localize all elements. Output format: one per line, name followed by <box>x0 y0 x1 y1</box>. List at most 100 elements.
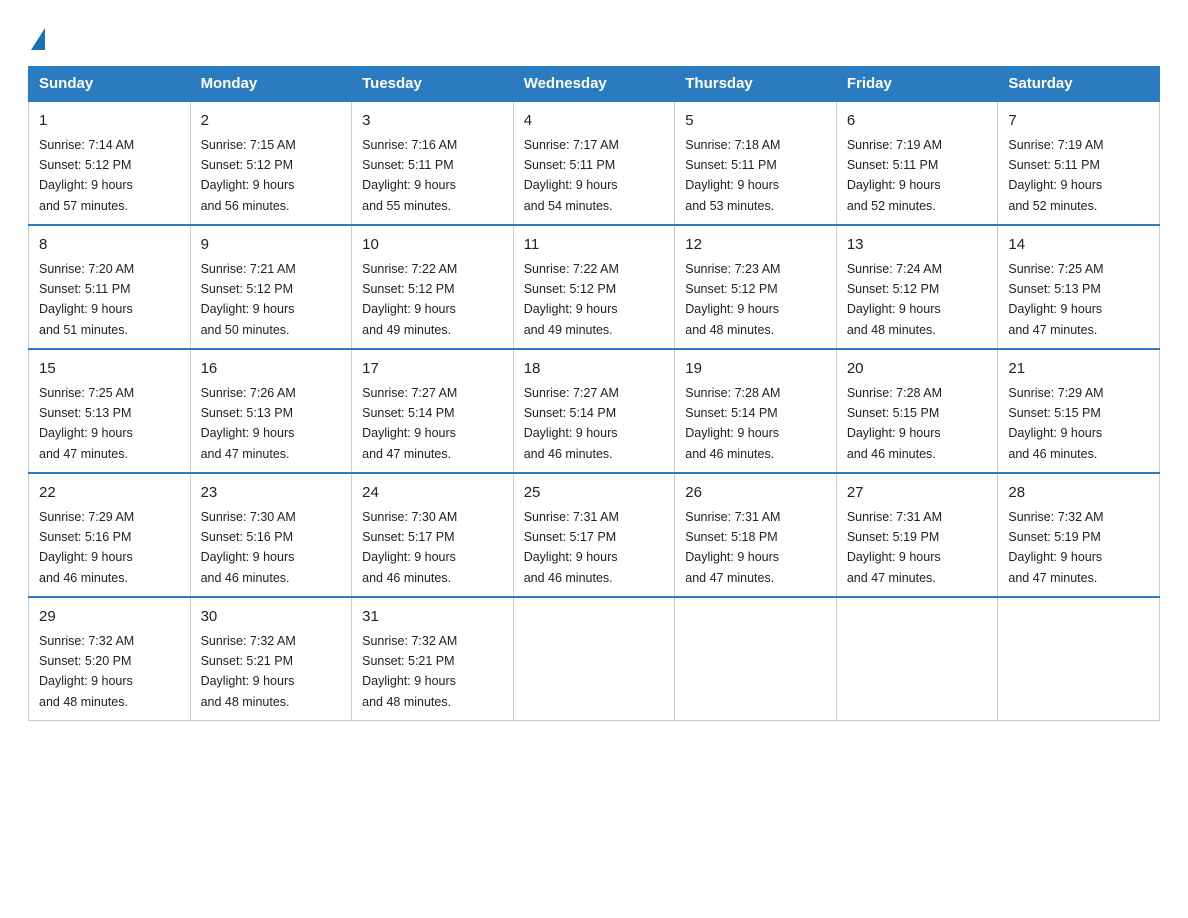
calendar-cell: 19 Sunrise: 7:28 AMSunset: 5:14 PMDaylig… <box>675 349 837 473</box>
calendar-body: 1 Sunrise: 7:14 AMSunset: 5:12 PMDayligh… <box>29 101 1160 721</box>
day-number: 2 <box>201 110 342 133</box>
calendar-cell <box>675 597 837 721</box>
day-info: Sunrise: 7:24 AMSunset: 5:12 PMDaylight:… <box>847 262 942 337</box>
day-number: 4 <box>524 110 665 133</box>
day-info: Sunrise: 7:20 AMSunset: 5:11 PMDaylight:… <box>39 262 134 337</box>
day-number: 17 <box>362 358 503 381</box>
calendar-cell: 7 Sunrise: 7:19 AMSunset: 5:11 PMDayligh… <box>998 101 1160 225</box>
day-info: Sunrise: 7:26 AMSunset: 5:13 PMDaylight:… <box>201 386 296 461</box>
day-number: 20 <box>847 358 988 381</box>
day-number: 5 <box>685 110 826 133</box>
day-number: 11 <box>524 234 665 257</box>
calendar-cell: 15 Sunrise: 7:25 AMSunset: 5:13 PMDaylig… <box>29 349 191 473</box>
day-number: 27 <box>847 482 988 505</box>
day-info: Sunrise: 7:15 AMSunset: 5:12 PMDaylight:… <box>201 138 296 213</box>
day-number: 10 <box>362 234 503 257</box>
header <box>28 24 1160 48</box>
calendar-cell: 30 Sunrise: 7:32 AMSunset: 5:21 PMDaylig… <box>190 597 352 721</box>
day-number: 24 <box>362 482 503 505</box>
calendar-cell: 27 Sunrise: 7:31 AMSunset: 5:19 PMDaylig… <box>836 473 998 597</box>
day-number: 21 <box>1008 358 1149 381</box>
calendar-cell: 28 Sunrise: 7:32 AMSunset: 5:19 PMDaylig… <box>998 473 1160 597</box>
logo <box>28 24 45 48</box>
day-number: 18 <box>524 358 665 381</box>
day-info: Sunrise: 7:32 AMSunset: 5:19 PMDaylight:… <box>1008 510 1103 585</box>
header-cell-friday: Friday <box>836 67 998 102</box>
header-cell-sunday: Sunday <box>29 67 191 102</box>
calendar-cell: 14 Sunrise: 7:25 AMSunset: 5:13 PMDaylig… <box>998 225 1160 349</box>
calendar-header: SundayMondayTuesdayWednesdayThursdayFrid… <box>29 67 1160 102</box>
header-cell-tuesday: Tuesday <box>352 67 514 102</box>
logo-triangle-icon <box>31 28 45 50</box>
day-number: 8 <box>39 234 180 257</box>
day-info: Sunrise: 7:22 AMSunset: 5:12 PMDaylight:… <box>524 262 619 337</box>
day-number: 9 <box>201 234 342 257</box>
calendar-cell: 12 Sunrise: 7:23 AMSunset: 5:12 PMDaylig… <box>675 225 837 349</box>
calendar-cell: 20 Sunrise: 7:28 AMSunset: 5:15 PMDaylig… <box>836 349 998 473</box>
calendar-cell: 2 Sunrise: 7:15 AMSunset: 5:12 PMDayligh… <box>190 101 352 225</box>
day-number: 7 <box>1008 110 1149 133</box>
calendar-cell: 22 Sunrise: 7:29 AMSunset: 5:16 PMDaylig… <box>29 473 191 597</box>
header-cell-monday: Monday <box>190 67 352 102</box>
day-number: 23 <box>201 482 342 505</box>
calendar-week-row: 15 Sunrise: 7:25 AMSunset: 5:13 PMDaylig… <box>29 349 1160 473</box>
day-info: Sunrise: 7:14 AMSunset: 5:12 PMDaylight:… <box>39 138 134 213</box>
day-info: Sunrise: 7:17 AMSunset: 5:11 PMDaylight:… <box>524 138 619 213</box>
day-info: Sunrise: 7:28 AMSunset: 5:15 PMDaylight:… <box>847 386 942 461</box>
header-cell-saturday: Saturday <box>998 67 1160 102</box>
calendar-cell: 3 Sunrise: 7:16 AMSunset: 5:11 PMDayligh… <box>352 101 514 225</box>
day-info: Sunrise: 7:32 AMSunset: 5:21 PMDaylight:… <box>201 634 296 709</box>
day-info: Sunrise: 7:31 AMSunset: 5:19 PMDaylight:… <box>847 510 942 585</box>
day-number: 28 <box>1008 482 1149 505</box>
day-info: Sunrise: 7:16 AMSunset: 5:11 PMDaylight:… <box>362 138 457 213</box>
day-info: Sunrise: 7:30 AMSunset: 5:17 PMDaylight:… <box>362 510 457 585</box>
day-number: 29 <box>39 606 180 629</box>
calendar-cell: 9 Sunrise: 7:21 AMSunset: 5:12 PMDayligh… <box>190 225 352 349</box>
day-info: Sunrise: 7:25 AMSunset: 5:13 PMDaylight:… <box>1008 262 1103 337</box>
calendar-cell: 13 Sunrise: 7:24 AMSunset: 5:12 PMDaylig… <box>836 225 998 349</box>
calendar-cell: 31 Sunrise: 7:32 AMSunset: 5:21 PMDaylig… <box>352 597 514 721</box>
calendar-cell <box>998 597 1160 721</box>
calendar-cell: 23 Sunrise: 7:30 AMSunset: 5:16 PMDaylig… <box>190 473 352 597</box>
day-info: Sunrise: 7:28 AMSunset: 5:14 PMDaylight:… <box>685 386 780 461</box>
day-info: Sunrise: 7:25 AMSunset: 5:13 PMDaylight:… <box>39 386 134 461</box>
day-number: 1 <box>39 110 180 133</box>
day-number: 3 <box>362 110 503 133</box>
calendar-cell: 24 Sunrise: 7:30 AMSunset: 5:17 PMDaylig… <box>352 473 514 597</box>
day-info: Sunrise: 7:23 AMSunset: 5:12 PMDaylight:… <box>685 262 780 337</box>
calendar-cell: 17 Sunrise: 7:27 AMSunset: 5:14 PMDaylig… <box>352 349 514 473</box>
calendar-week-row: 29 Sunrise: 7:32 AMSunset: 5:20 PMDaylig… <box>29 597 1160 721</box>
calendar-cell <box>513 597 675 721</box>
day-number: 15 <box>39 358 180 381</box>
day-info: Sunrise: 7:32 AMSunset: 5:20 PMDaylight:… <box>39 634 134 709</box>
day-info: Sunrise: 7:30 AMSunset: 5:16 PMDaylight:… <box>201 510 296 585</box>
day-number: 31 <box>362 606 503 629</box>
day-number: 30 <box>201 606 342 629</box>
day-number: 6 <box>847 110 988 133</box>
header-cell-wednesday: Wednesday <box>513 67 675 102</box>
day-number: 25 <box>524 482 665 505</box>
calendar-week-row: 22 Sunrise: 7:29 AMSunset: 5:16 PMDaylig… <box>29 473 1160 597</box>
calendar-cell: 5 Sunrise: 7:18 AMSunset: 5:11 PMDayligh… <box>675 101 837 225</box>
header-cell-thursday: Thursday <box>675 67 837 102</box>
day-info: Sunrise: 7:32 AMSunset: 5:21 PMDaylight:… <box>362 634 457 709</box>
day-number: 14 <box>1008 234 1149 257</box>
day-info: Sunrise: 7:29 AMSunset: 5:15 PMDaylight:… <box>1008 386 1103 461</box>
calendar-cell: 1 Sunrise: 7:14 AMSunset: 5:12 PMDayligh… <box>29 101 191 225</box>
day-info: Sunrise: 7:21 AMSunset: 5:12 PMDaylight:… <box>201 262 296 337</box>
day-info: Sunrise: 7:27 AMSunset: 5:14 PMDaylight:… <box>362 386 457 461</box>
day-info: Sunrise: 7:18 AMSunset: 5:11 PMDaylight:… <box>685 138 780 213</box>
calendar-cell: 25 Sunrise: 7:31 AMSunset: 5:17 PMDaylig… <box>513 473 675 597</box>
calendar-cell: 8 Sunrise: 7:20 AMSunset: 5:11 PMDayligh… <box>29 225 191 349</box>
day-number: 12 <box>685 234 826 257</box>
calendar-cell: 21 Sunrise: 7:29 AMSunset: 5:15 PMDaylig… <box>998 349 1160 473</box>
calendar-cell: 6 Sunrise: 7:19 AMSunset: 5:11 PMDayligh… <box>836 101 998 225</box>
day-number: 22 <box>39 482 180 505</box>
day-info: Sunrise: 7:27 AMSunset: 5:14 PMDaylight:… <box>524 386 619 461</box>
calendar-week-row: 1 Sunrise: 7:14 AMSunset: 5:12 PMDayligh… <box>29 101 1160 225</box>
calendar-cell: 26 Sunrise: 7:31 AMSunset: 5:18 PMDaylig… <box>675 473 837 597</box>
calendar-table: SundayMondayTuesdayWednesdayThursdayFrid… <box>28 66 1160 721</box>
calendar-cell: 4 Sunrise: 7:17 AMSunset: 5:11 PMDayligh… <box>513 101 675 225</box>
day-info: Sunrise: 7:19 AMSunset: 5:11 PMDaylight:… <box>1008 138 1103 213</box>
calendar-week-row: 8 Sunrise: 7:20 AMSunset: 5:11 PMDayligh… <box>29 225 1160 349</box>
